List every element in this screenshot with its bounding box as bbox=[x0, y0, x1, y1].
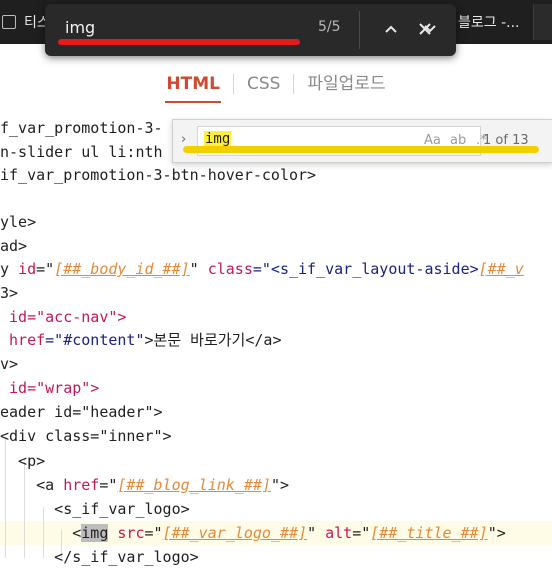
code-token: id="wrap"> bbox=[0, 379, 100, 397]
close-icon bbox=[419, 23, 431, 35]
code-token: src bbox=[108, 524, 145, 542]
code-token: [##_v bbox=[478, 260, 524, 278]
code-line-img: <img src="[##_var_logo_##]" alt="[##_tit… bbox=[0, 522, 506, 545]
code-line-a: <a href="[##_blog_link_##]"> bbox=[0, 474, 289, 497]
window-edge bbox=[533, 4, 552, 40]
code-token: [##_body_id_##] bbox=[54, 260, 190, 278]
code-token: =" bbox=[144, 524, 163, 542]
code-token: >본문 바로가기</a> bbox=[144, 331, 282, 349]
code-token: ="#content" bbox=[45, 331, 145, 349]
code-token: " bbox=[189, 260, 199, 278]
code-line-skip: href="#content">본문 바로가기</a> bbox=[0, 329, 282, 352]
code-token: [##_title_##] bbox=[370, 524, 488, 542]
code-token: [##_blog_link_##] bbox=[117, 476, 271, 494]
page-icon bbox=[2, 15, 16, 29]
code-token: href bbox=[0, 331, 46, 349]
editor-find-query: img bbox=[204, 131, 232, 147]
tab-css[interactable]: CSS bbox=[234, 69, 293, 99]
code-token: < bbox=[0, 524, 82, 542]
find-prev-button[interactable] bbox=[378, 16, 404, 42]
code-line: eader id="header"> bbox=[0, 403, 163, 421]
chevron-up-icon bbox=[385, 25, 397, 33]
search-match: img bbox=[81, 524, 109, 542]
find-separator bbox=[359, 11, 360, 49]
code-line-body: y id="[##_body_id_##]" class="<s_if_var_… bbox=[0, 258, 524, 281]
code-token: id="acc-nav"> bbox=[0, 308, 127, 326]
code-token: href bbox=[63, 476, 100, 494]
code-line: f_var_promotion-3- bbox=[0, 119, 163, 137]
code-line-logo: <s_if_var_logo> bbox=[0, 500, 190, 518]
find-match-count: 5/5 bbox=[318, 19, 341, 35]
tab-file-upload[interactable]: 파일업로드 bbox=[294, 69, 398, 99]
code-token: =" bbox=[36, 260, 55, 278]
code-line: if_var_promotion-3-btn-hover-color> bbox=[0, 166, 317, 184]
code-token: <a bbox=[0, 476, 64, 494]
browser-tab-right-title: 블로그 -... bbox=[458, 15, 520, 31]
code-line: <div class="inner"> bbox=[0, 427, 172, 445]
code-token: "> bbox=[270, 476, 289, 494]
code-line: ad> bbox=[0, 237, 28, 255]
code-token: alt bbox=[316, 524, 353, 542]
tab-html[interactable]: HTML bbox=[153, 69, 233, 103]
code-token: [##_var_logo_##] bbox=[162, 524, 308, 542]
code-line: yle> bbox=[0, 213, 37, 231]
annotation-yellow-underline bbox=[183, 146, 539, 153]
code-line: v> bbox=[0, 355, 19, 373]
code-token: ="<s_if_var_layout-aside> bbox=[252, 260, 479, 278]
code-line-wrap: id="wrap"> bbox=[0, 377, 99, 400]
code-line-acc-nav: id="acc-nav"> bbox=[0, 306, 126, 329]
find-close-button[interactable] bbox=[412, 16, 438, 42]
code-line: n-slider ul li:nth bbox=[0, 143, 163, 161]
code-editor[interactable]: f_var_promotion-3- n-slider ul li:nth if… bbox=[0, 112, 552, 566]
editor-tabs: HTML CSS 파일업로드 bbox=[0, 56, 552, 112]
code-token: class bbox=[207, 260, 253, 278]
code-token: " bbox=[307, 524, 317, 542]
editor-find-widget: › img Aa ab .* 1 of 13 bbox=[172, 119, 552, 163]
annotation-red-underline bbox=[58, 39, 300, 45]
browser-find-bar: img 5/5 bbox=[45, 4, 456, 56]
code-line: <p> bbox=[0, 452, 46, 470]
code-token: id bbox=[18, 260, 37, 278]
code-line: 3> bbox=[0, 284, 19, 302]
browser-tab-right[interactable]: 블로그 -... bbox=[458, 12, 520, 32]
code-token: =" bbox=[352, 524, 371, 542]
code-token: "> bbox=[487, 524, 506, 542]
find-input[interactable]: img bbox=[65, 18, 95, 37]
code-token: y bbox=[0, 260, 19, 278]
browser-tab-left[interactable]: 티스 bbox=[0, 12, 50, 32]
code-token: =" bbox=[99, 476, 118, 494]
chevron-right-icon[interactable]: › bbox=[181, 132, 186, 147]
